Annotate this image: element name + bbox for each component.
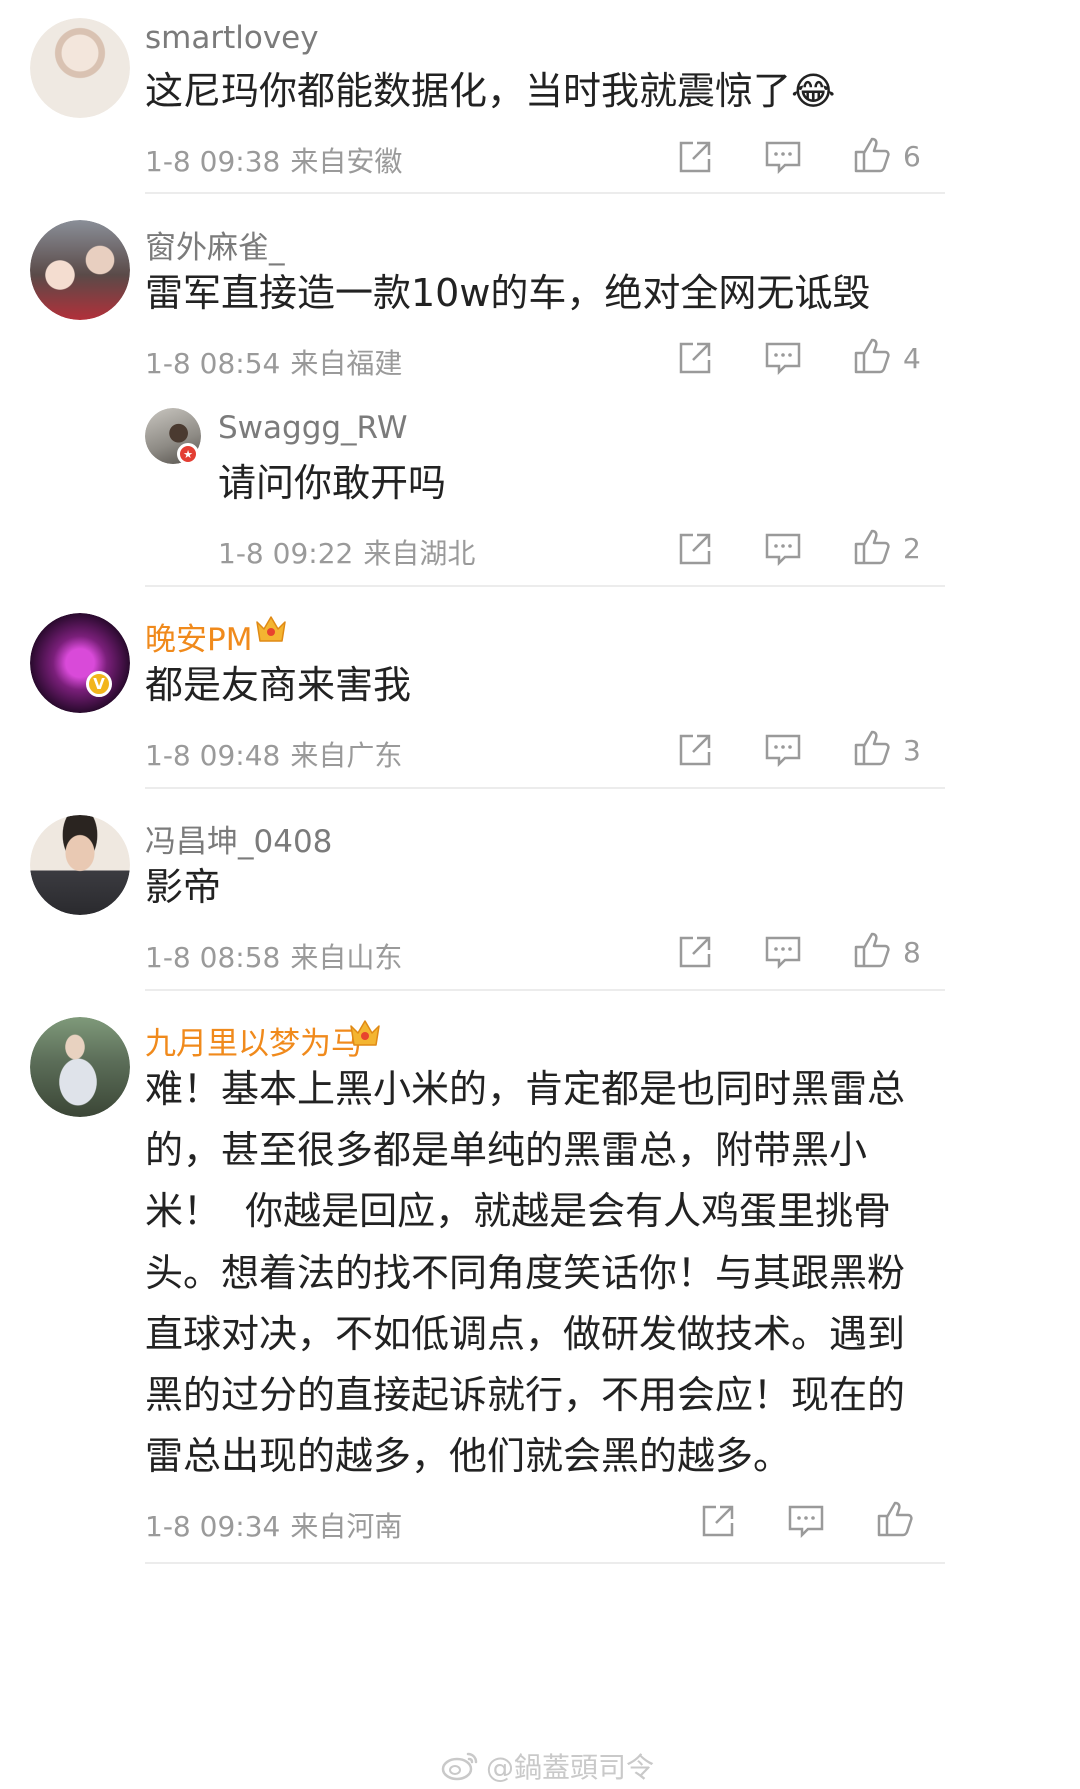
comment-text-line: 直球对决，不如低调点，做研发做技术。遇到: [145, 1312, 906, 1356]
weibo-logo-icon: [441, 1752, 478, 1781]
verified-badge-icon: V: [86, 671, 112, 697]
reply-icon[interactable]: [763, 338, 803, 378]
red-badge-icon: ★: [177, 443, 199, 465]
like-icon[interactable]: [852, 336, 892, 376]
divider: [145, 1562, 945, 1564]
reply-icon[interactable]: [763, 932, 803, 972]
share-icon[interactable]: [698, 1501, 738, 1541]
comment-text: 影帝: [145, 865, 222, 909]
like-icon[interactable]: [852, 527, 892, 567]
share-icon[interactable]: [675, 529, 715, 569]
comment-meta: 1-8 09:38 来自安徽: [145, 140, 402, 180]
avatar[interactable]: [30, 220, 130, 320]
reply-icon[interactable]: [786, 1501, 826, 1541]
comment-date: 1-8 08:58: [145, 941, 281, 974]
share-icon[interactable]: [675, 338, 715, 378]
avatar[interactable]: [30, 815, 130, 915]
divider: [145, 585, 945, 587]
comment-meta: 1-8 08:54 来自福建: [145, 342, 402, 382]
comment-text-line: 雷总出现的越多，他们就会黑的越多。: [145, 1434, 792, 1478]
comment-location: 来自山东: [290, 941, 403, 974]
divider: [145, 989, 945, 991]
comment-date: 1-8 09:34: [145, 1510, 281, 1543]
watermark-text: @鍋蓋頭司令: [486, 1751, 655, 1784]
comment-date: 1-8 08:54: [145, 347, 281, 380]
comment-text-line: 黑的过分的直接起诉就行，不用会应！现在的: [145, 1373, 906, 1417]
avatar[interactable]: [30, 18, 130, 118]
comment-location: 来自安徽: [290, 145, 403, 178]
comment-text-line: 头。想着法的找不同角度笑话你！与其跟黑粉: [145, 1251, 906, 1295]
like-icon[interactable]: [852, 135, 892, 175]
like-icon[interactable]: [875, 1499, 915, 1539]
like-count: 4: [903, 342, 921, 375]
like-count: 8: [903, 936, 921, 969]
like-count: 3: [903, 734, 921, 767]
reply-location: 来自湖北: [363, 537, 476, 570]
comment-meta: 1-8 08:58 来自山东: [145, 936, 402, 976]
comment-location: 来自广东: [290, 739, 403, 772]
comment-text: 雷军直接造一款10w的车，绝对全网无诋毁: [145, 271, 871, 315]
reply-icon[interactable]: [763, 730, 803, 770]
comment-text-line: 的，甚至很多都是单纯的黑雷总，附带黑小: [145, 1128, 868, 1172]
comment-location: 来自福建: [290, 347, 403, 380]
share-icon[interactable]: [675, 730, 715, 770]
comment-text-line: 难！基本上黑小米的，肯定都是也同时黑雷总: [145, 1067, 906, 1111]
comment-text-line: 米！ 你越是回应，就越是会有人鸡蛋里挑骨: [145, 1189, 892, 1233]
username[interactable]: smartlovey: [145, 20, 319, 56]
avatar[interactable]: [30, 1017, 130, 1117]
avatar[interactable]: [30, 613, 130, 713]
comment-text: 都是友商来害我: [145, 663, 412, 707]
like-count: 6: [903, 140, 921, 173]
reply-icon[interactable]: [763, 137, 803, 177]
comment-text: 这尼玛你都能数据化，当时我就震惊了😂: [145, 69, 836, 113]
reply-icon[interactable]: [763, 529, 803, 569]
reply-username[interactable]: Swaggg_RW: [218, 410, 408, 446]
comment-location: 来自河南: [290, 1510, 403, 1543]
divider: [145, 787, 945, 789]
comment-meta: 1-8 09:48 来自广东: [145, 734, 402, 774]
reply-text: 请问你敢开吗: [218, 461, 447, 505]
share-icon[interactable]: [675, 932, 715, 972]
comment-meta: 1-8 09:34 来自河南: [145, 1505, 402, 1545]
comment-date: 1-8 09:48: [145, 739, 281, 772]
reply-meta: 1-8 09:22 来自湖北: [218, 532, 475, 572]
comment-date: 1-8 09:38: [145, 145, 281, 178]
like-count: 2: [903, 532, 921, 565]
reply-date: 1-8 09:22: [218, 537, 354, 570]
like-icon[interactable]: [852, 930, 892, 970]
divider: [145, 192, 945, 194]
watermark: @鍋蓋頭司令: [440, 1746, 654, 1786]
share-icon[interactable]: [675, 137, 715, 177]
crown-icon: [350, 1020, 380, 1046]
like-icon[interactable]: [852, 728, 892, 768]
crown-icon: [256, 616, 286, 642]
